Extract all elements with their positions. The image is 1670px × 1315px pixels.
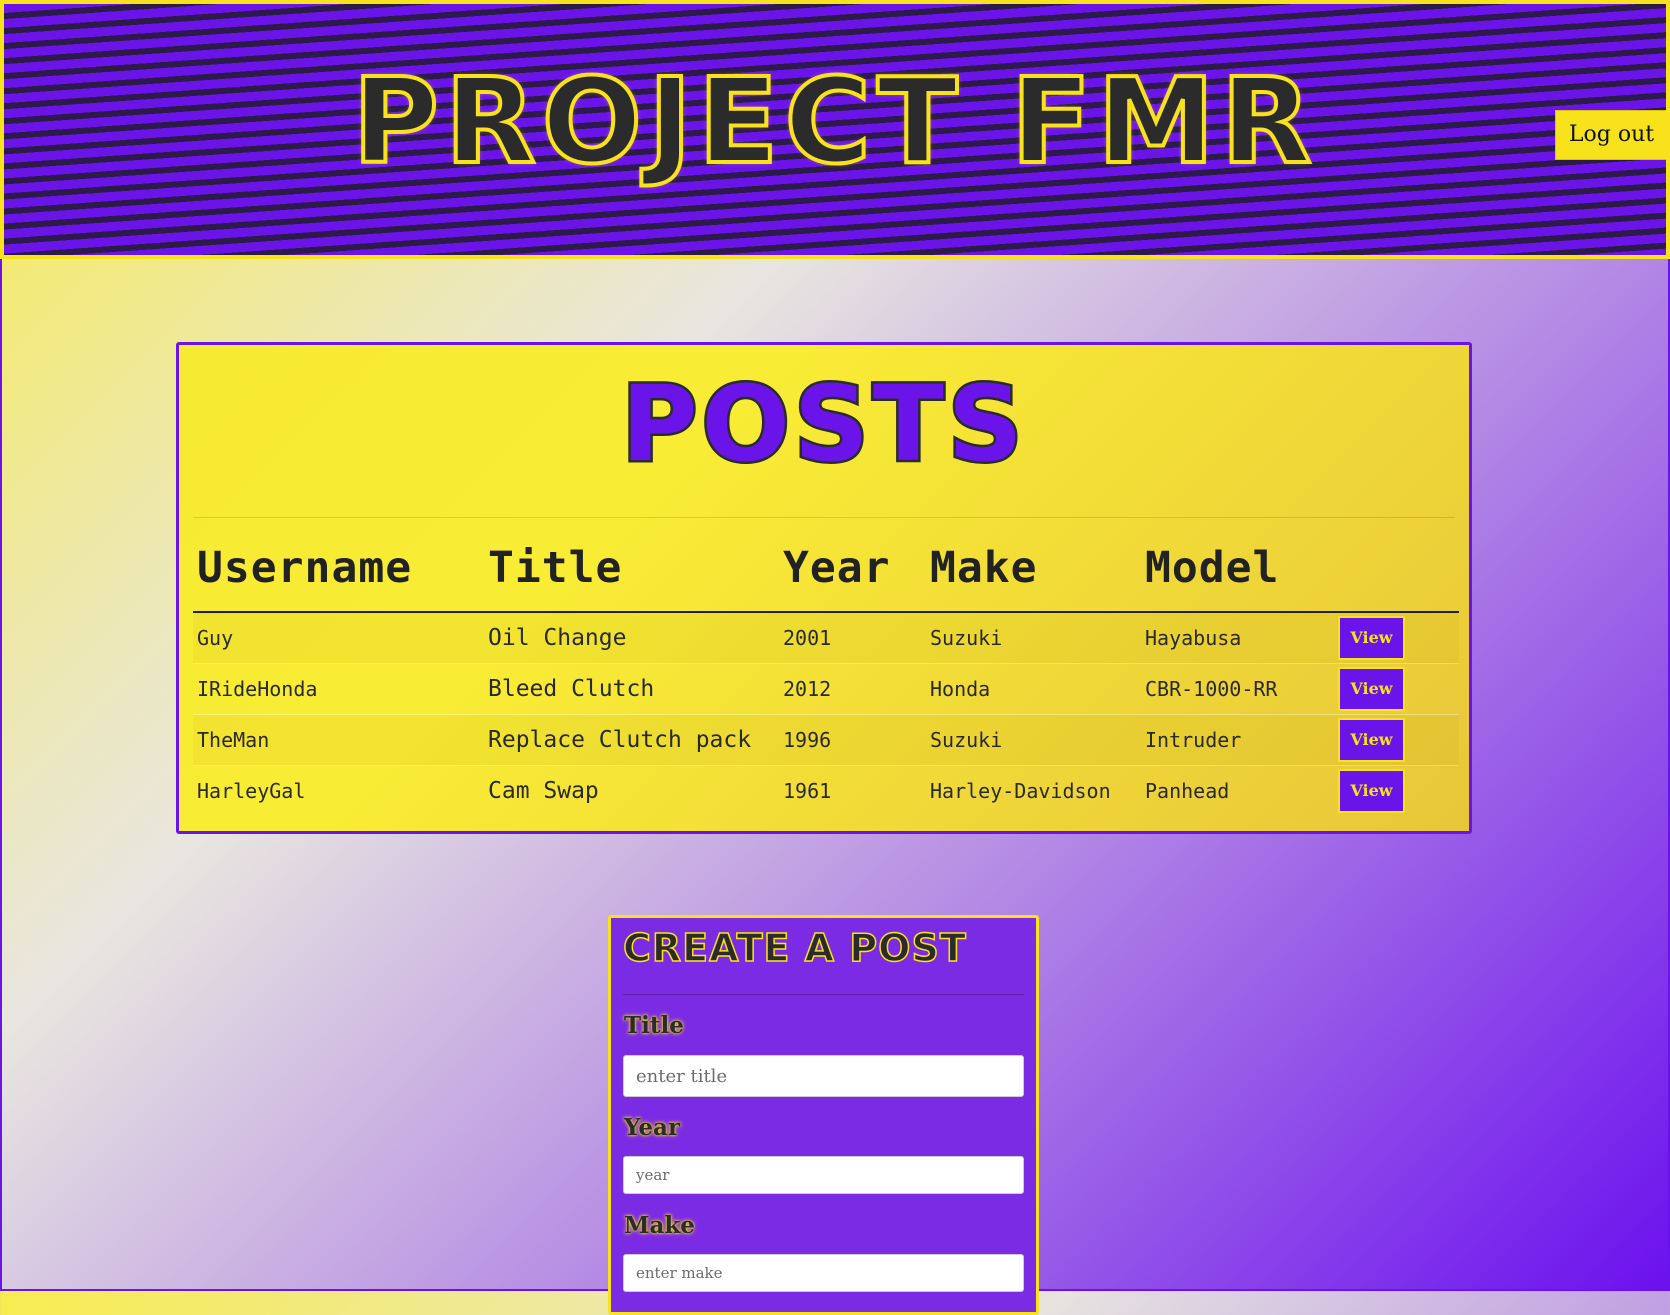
view-post-button[interactable]: View [1338, 718, 1405, 762]
cell-model: Panhead [1141, 765, 1334, 816]
cell-username: HarleyGal [193, 765, 484, 816]
divider [623, 994, 1024, 995]
table-row: IRideHonda Bleed Clutch 2012 Honda CBR-1… [193, 663, 1459, 715]
cell-title: Oil Change [484, 611, 779, 664]
cell-title: Replace Clutch pack [484, 714, 779, 766]
year-input[interactable] [623, 1156, 1024, 1194]
cell-action: View [1334, 663, 1459, 715]
cell-model: Intruder [1141, 714, 1334, 766]
table-row: TheMan Replace Clutch pack 1996 Suzuki I… [193, 714, 1459, 766]
table-row: Guy Oil Change 2001 Suzuki Hayabusa View [193, 611, 1459, 664]
site-header: PROJECT FMR Log out [0, 0, 1670, 259]
cell-year: 2001 [779, 611, 926, 664]
title-label: Title [624, 1012, 684, 1039]
cell-make: Honda [926, 663, 1141, 715]
cell-username: IRideHonda [193, 663, 484, 715]
cell-username: Guy [193, 611, 484, 664]
posts-heading: POSTS [619, 363, 1027, 485]
cell-make: Harley-Davidson [926, 765, 1141, 816]
posts-panel: POSTS Username Title Year Make Model Guy… [176, 342, 1472, 834]
cell-year: 1996 [779, 714, 926, 766]
cell-make: Suzuki [926, 611, 1141, 664]
view-post-button[interactable]: View [1338, 769, 1405, 813]
posts-table: Username Title Year Make Model Guy Oil C… [193, 525, 1459, 816]
table-header-row: Username Title Year Make Model [193, 525, 1459, 613]
view-post-button[interactable]: View [1338, 616, 1405, 660]
column-header-action [1334, 525, 1459, 613]
column-header-year: Year [779, 525, 926, 613]
column-header-title: Title [484, 525, 779, 613]
cell-model: Hayabusa [1141, 611, 1334, 664]
table-row: HarleyGal Cam Swap 1961 Harley-Davidson … [193, 765, 1459, 816]
column-header-model: Model [1141, 525, 1334, 613]
title-input[interactable] [623, 1055, 1024, 1097]
year-label: Year [624, 1114, 681, 1141]
create-post-heading: CREATE A POST [622, 925, 967, 971]
cell-username: TheMan [193, 714, 484, 766]
create-post-panel: CREATE A POST Title Year Make [608, 915, 1039, 1315]
cell-make: Suzuki [926, 714, 1141, 766]
cell-model: CBR-1000-RR [1141, 663, 1334, 715]
cell-title: Cam Swap [484, 765, 779, 816]
divider [193, 517, 1455, 518]
cell-title: Bleed Clutch [484, 663, 779, 715]
column-header-username: Username [193, 525, 484, 613]
make-input[interactable] [623, 1254, 1024, 1292]
cell-year: 2012 [779, 663, 926, 715]
logout-button[interactable]: Log out [1555, 110, 1666, 160]
cell-action: View [1334, 765, 1459, 816]
cell-year: 1961 [779, 765, 926, 816]
column-header-make: Make [926, 525, 1141, 613]
cell-action: View [1334, 714, 1459, 766]
make-label: Make [624, 1212, 695, 1239]
cell-action: View [1334, 611, 1459, 664]
site-title: PROJECT FMR [350, 52, 1318, 190]
view-post-button[interactable]: View [1338, 667, 1405, 711]
